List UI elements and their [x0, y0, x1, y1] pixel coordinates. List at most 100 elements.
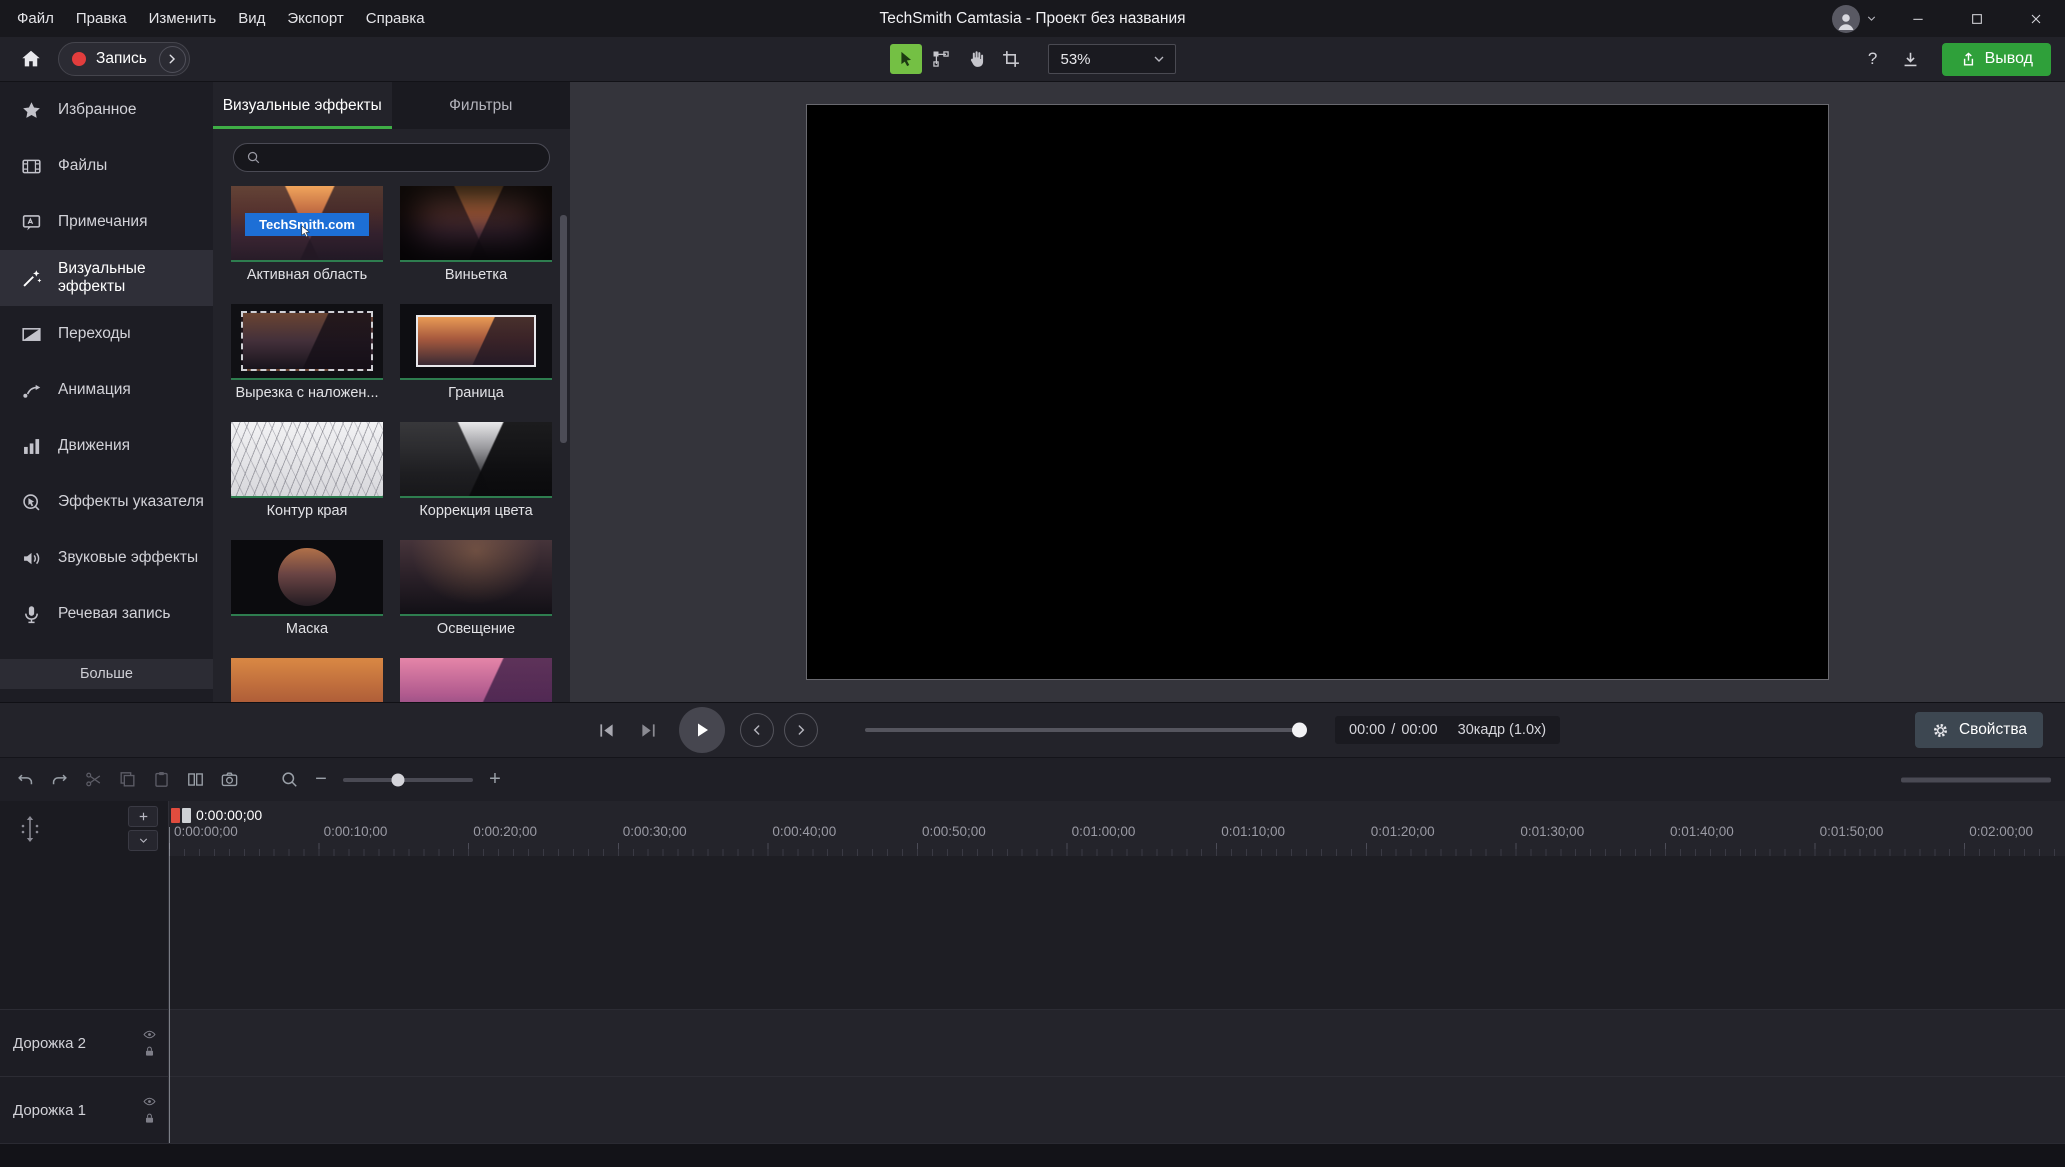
- effect-thumbnail: [231, 422, 383, 498]
- track-lane[interactable]: [169, 1077, 2065, 1143]
- menubar-item[interactable]: Справка: [355, 0, 436, 37]
- effect-item[interactable]: Граница: [400, 304, 552, 406]
- sidebar-item-4[interactable]: Переходы: [0, 306, 213, 362]
- zoom-in-button[interactable]: +: [484, 768, 506, 791]
- play-button[interactable]: [679, 707, 725, 753]
- menubar-item[interactable]: Экспорт: [276, 0, 354, 37]
- behaviors-icon: [19, 434, 43, 458]
- effect-item[interactable]: [231, 658, 383, 702]
- menubar-right: [1832, 0, 2065, 37]
- timeline-zoom-thumb[interactable]: [391, 773, 404, 786]
- search-field[interactable]: [233, 143, 550, 172]
- transform-tool-button[interactable]: [925, 44, 957, 74]
- record-button[interactable]: Запись: [58, 42, 190, 76]
- jump-forward-button[interactable]: [784, 713, 818, 747]
- star-icon: [19, 98, 43, 122]
- effect-item[interactable]: Освещение: [400, 540, 552, 642]
- sidebar-item-label: Эффекты указателя: [58, 493, 204, 511]
- sidebar-item-9[interactable]: Речевая запись: [0, 586, 213, 642]
- close-button[interactable]: [2006, 0, 2065, 37]
- avatar[interactable]: [1832, 5, 1860, 33]
- sidebar-item-3[interactable]: Визуальные эффекты: [0, 250, 213, 306]
- timeline-hscrollbar[interactable]: [1901, 777, 2051, 782]
- sidebar-item-5[interactable]: Анимация: [0, 362, 213, 418]
- menubar-item[interactable]: Вид: [227, 0, 276, 37]
- select-tool-button[interactable]: [890, 44, 922, 74]
- next-frame-button[interactable]: [630, 712, 666, 748]
- properties-button[interactable]: Свойства: [1915, 712, 2043, 748]
- playhead-out-handle[interactable]: [171, 808, 180, 823]
- effect-item[interactable]: Вырезка с наложен...: [231, 304, 383, 406]
- redo-button[interactable]: [44, 765, 74, 795]
- crop-tool-button[interactable]: [995, 44, 1027, 74]
- collapse-tracks-button[interactable]: [128, 830, 158, 851]
- effect-label: Освещение: [400, 616, 552, 642]
- sidebar-more-button[interactable]: Больше: [0, 659, 213, 689]
- sidebar-item-label: Звуковые эффекты: [58, 549, 198, 567]
- effect-item[interactable]: Маска: [231, 540, 383, 642]
- undo-button[interactable]: [10, 765, 40, 795]
- minimize-button[interactable]: [1888, 0, 1947, 37]
- record-label: Запись: [96, 50, 149, 68]
- track-height-control[interactable]: [18, 815, 42, 843]
- sidebar-item-8[interactable]: Звуковые эффекты: [0, 530, 213, 586]
- cursor-icon: [298, 224, 313, 239]
- export-button[interactable]: Вывод: [1942, 43, 2051, 76]
- timeline-empty-lane[interactable]: [169, 856, 2065, 1009]
- track-header[interactable]: Дорожка 1: [0, 1077, 169, 1143]
- zoom-out-button[interactable]: −: [310, 768, 332, 791]
- sidebar-item-label: Визуальные эффекты: [58, 260, 213, 296]
- home-button[interactable]: [14, 42, 48, 76]
- pan-tool-button[interactable]: [960, 44, 992, 74]
- tab-visual-effects[interactable]: Визуальные эффекты: [213, 82, 392, 129]
- menubar-item[interactable]: Изменить: [138, 0, 228, 37]
- snapshot-button[interactable]: [214, 765, 244, 795]
- track-header[interactable]: Дорожка 2: [0, 1010, 169, 1076]
- sidebar-item-label: Файлы: [58, 157, 107, 175]
- copy-button[interactable]: [112, 765, 142, 795]
- playhead-in-handle[interactable]: [182, 808, 191, 823]
- canvas-zoom-select[interactable]: 53%: [1048, 44, 1176, 74]
- playhead[interactable]: 0:00:00;00: [171, 807, 262, 823]
- record-options-button[interactable]: [159, 46, 186, 73]
- record-dot-icon: [72, 52, 86, 66]
- help-button[interactable]: ?: [1858, 44, 1888, 74]
- previous-frame-button[interactable]: [588, 712, 624, 748]
- timeline-zoom-slider[interactable]: [343, 778, 473, 782]
- add-track-button[interactable]: [128, 806, 158, 827]
- tab-filters[interactable]: Фильтры: [392, 82, 571, 129]
- maximize-button[interactable]: [1947, 0, 2006, 37]
- menubar-item[interactable]: Файл: [6, 0, 65, 37]
- ruler-label: 0:00:40;00: [772, 824, 836, 839]
- sidebar-item-0[interactable]: Избранное: [0, 82, 213, 138]
- split-button[interactable]: [180, 765, 210, 795]
- track-lane[interactable]: [169, 1010, 2065, 1076]
- properties-label: Свойства: [1959, 721, 2027, 739]
- sidebar-item-7[interactable]: Эффекты указателя: [0, 474, 213, 530]
- seek-slider[interactable]: [865, 728, 1305, 732]
- sidebar-item-6[interactable]: Движения: [0, 418, 213, 474]
- effect-item[interactable]: Виньетка: [400, 186, 552, 288]
- effect-thumbnail: [231, 540, 383, 616]
- effect-thumbnail: [400, 186, 552, 262]
- effect-item[interactable]: TechSmith.comАктивная область: [231, 186, 383, 288]
- effect-item[interactable]: Контур края: [231, 422, 383, 524]
- download-button[interactable]: [1894, 44, 1928, 74]
- chevron-down-icon[interactable]: [1865, 12, 1878, 25]
- mask-preview: [278, 548, 336, 606]
- effect-item[interactable]: Коррекция цвета: [400, 422, 552, 524]
- search-input[interactable]: [269, 150, 537, 166]
- effects-scrollbar[interactable]: [560, 215, 567, 443]
- jump-back-button[interactable]: [740, 713, 774, 747]
- timeline-ruler[interactable]: 0:00:00;00 0:00:00;000:00:10;000:00:20;0…: [169, 801, 2065, 856]
- effect-item[interactable]: [400, 658, 552, 702]
- preview-stage[interactable]: [806, 104, 1829, 680]
- sidebar-item-2[interactable]: Примечания: [0, 194, 213, 250]
- canvas-zoom-value: 53%: [1061, 51, 1091, 68]
- timeline-bottom-scroll-area[interactable]: [0, 1143, 2065, 1167]
- sidebar-item-1[interactable]: Файлы: [0, 138, 213, 194]
- cut-button[interactable]: [78, 765, 108, 795]
- seek-slider-thumb[interactable]: [1292, 723, 1307, 738]
- paste-button[interactable]: [146, 765, 176, 795]
- menubar-item[interactable]: Правка: [65, 0, 138, 37]
